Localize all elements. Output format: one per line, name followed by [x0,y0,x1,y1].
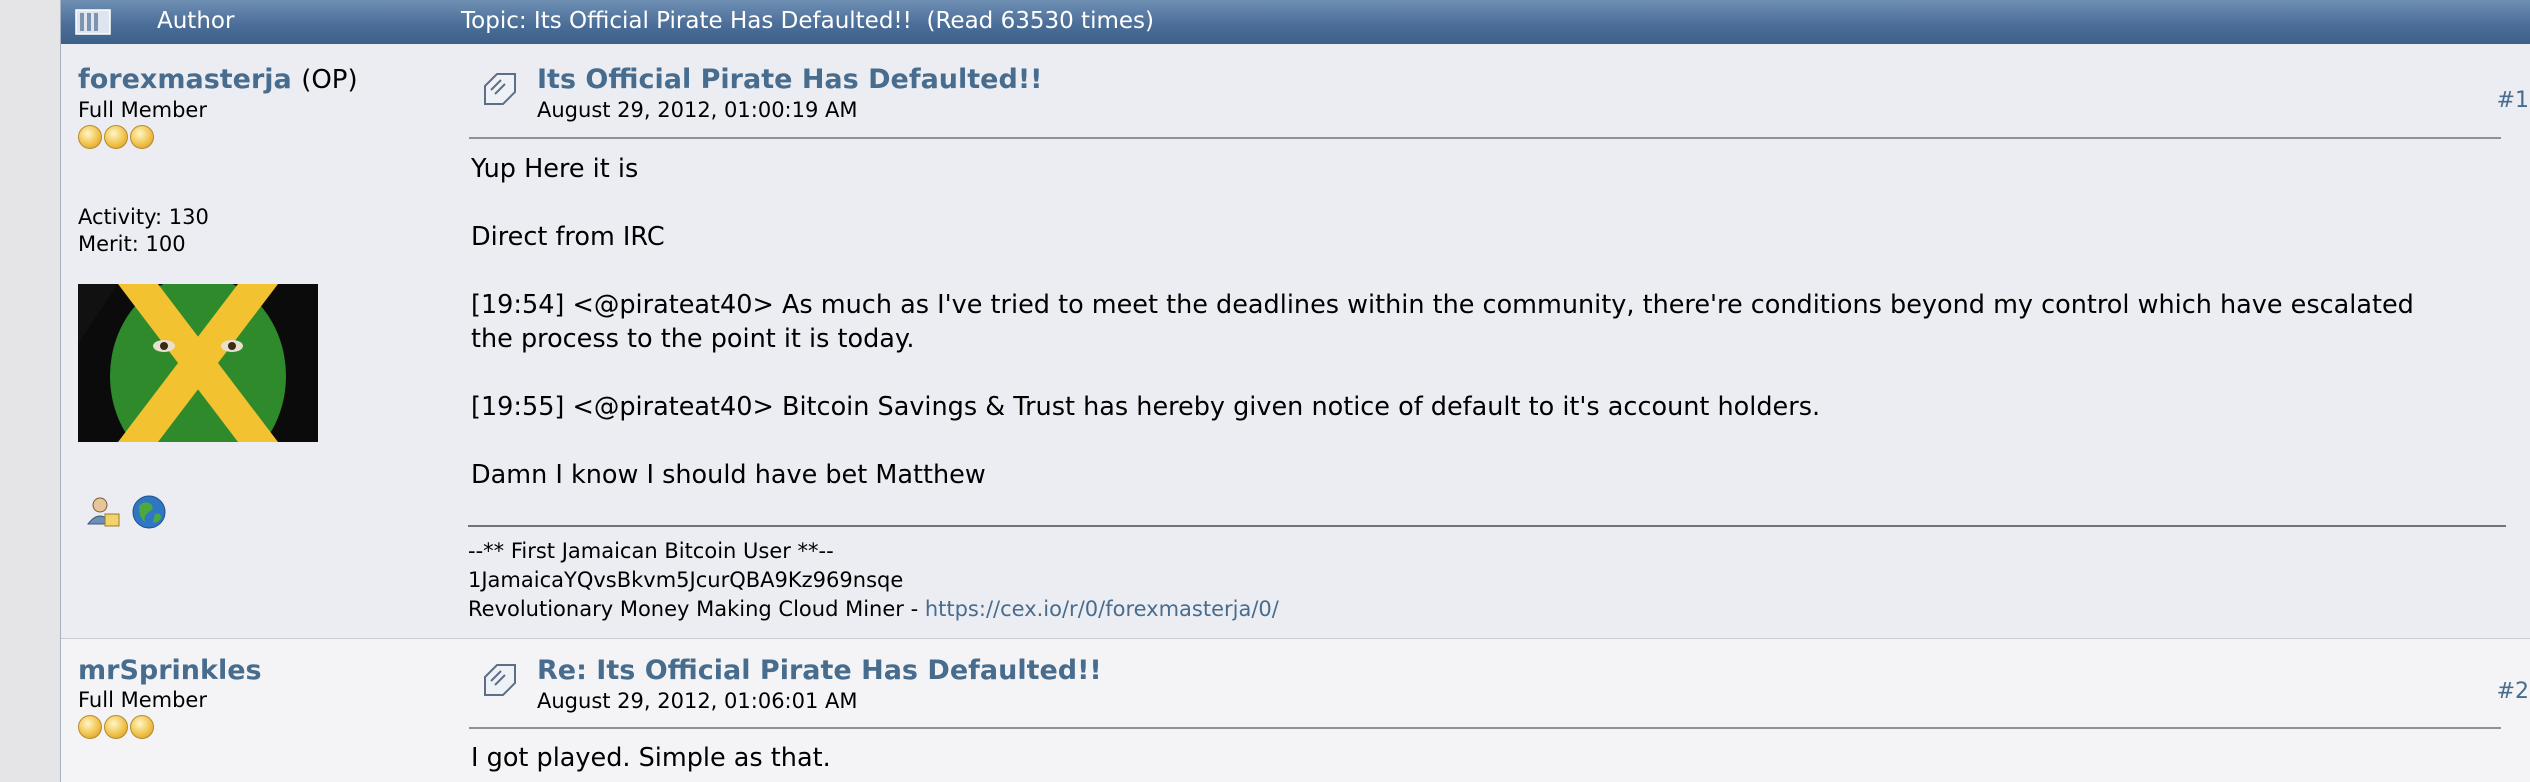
post-number-link[interactable]: #1 [2497,88,2529,113]
poster-name[interactable]: forexmasterja [78,64,292,95]
signature-line: Revolutionary Money Making Cloud Miner -… [468,597,1279,621]
post: mrSprinkles Full Member Re: Its Official… [61,638,2530,782]
xx-post-icon [484,73,516,105]
poster-name[interactable]: mrSprinkles [78,655,262,686]
merit-stat: Merit: 100 [78,232,186,256]
poster-name-link[interactable]: mrSprinkles [78,655,262,686]
star-icon [130,715,154,739]
rank-stars [78,715,154,739]
xx-post-icon [484,664,516,696]
poster-name-link[interactable]: forexmasterja (OP) [78,64,358,95]
star-icon [130,125,154,149]
post-number-link[interactable]: #2 [2497,679,2529,704]
post-body-line: I got played. Simple as that. [471,743,831,773]
author-column-header: Author [157,8,235,34]
star-icon [78,715,102,739]
topic-title-header: Topic: Its Official Pirate Has Defaulted… [461,8,1154,34]
member-rank: Full Member [78,688,207,712]
post-date: August 29, 2012, 01:00:19 AM [537,98,858,122]
member-rank: Full Member [78,98,207,122]
post-subject-link[interactable]: Its Official Pirate Has Defaulted!! [537,64,1042,95]
website-globe-icon[interactable] [131,494,167,530]
post-body-line: [19:54] <@pirateat40> As much as I've tr… [471,290,2414,320]
star-icon [78,125,102,149]
profile-icon[interactable] [85,494,121,530]
post-body-line: the process to the point it is today. [471,324,915,354]
post-body-line: [19:55] <@pirateat40> Bitcoin Savings & … [471,392,1821,422]
topic-icon [75,9,111,35]
forum-topic: Author Topic: Its Official Pirate Has De… [60,0,2530,782]
rank-stars [78,125,154,149]
post: forexmasterja (OP) Full Member Activity:… [61,48,2530,636]
signature-line: --** First Jamaican Bitcoin User **-- [468,539,834,563]
post-body-line: Direct from IRC [471,222,665,252]
post-body-line: Yup Here it is [471,154,639,184]
topic-header: Author Topic: Its Official Pirate Has De… [61,0,2530,44]
star-icon [104,715,128,739]
signature-link[interactable]: https://cex.io/r/0/forexmasterja/0/ [925,597,1279,621]
post-subject-link[interactable]: Re: Its Official Pirate Has Defaulted!! [537,655,1102,686]
avatar [78,284,318,442]
post-date: August 29, 2012, 01:06:01 AM [537,689,858,713]
op-tag: (OP) [301,65,358,95]
divider [469,727,2501,729]
signature-text: Revolutionary Money Making Cloud Miner - [468,597,925,621]
post-body-line: Damn I know I should have bet Matthew [471,460,986,490]
activity-stat: Activity: 130 [78,205,209,229]
divider [469,137,2501,139]
signature-divider [468,525,2506,527]
signature-line: 1JamaicaYQvsBkvm5JcurQBA9Kz969nsqe [468,568,904,592]
star-icon [104,125,128,149]
